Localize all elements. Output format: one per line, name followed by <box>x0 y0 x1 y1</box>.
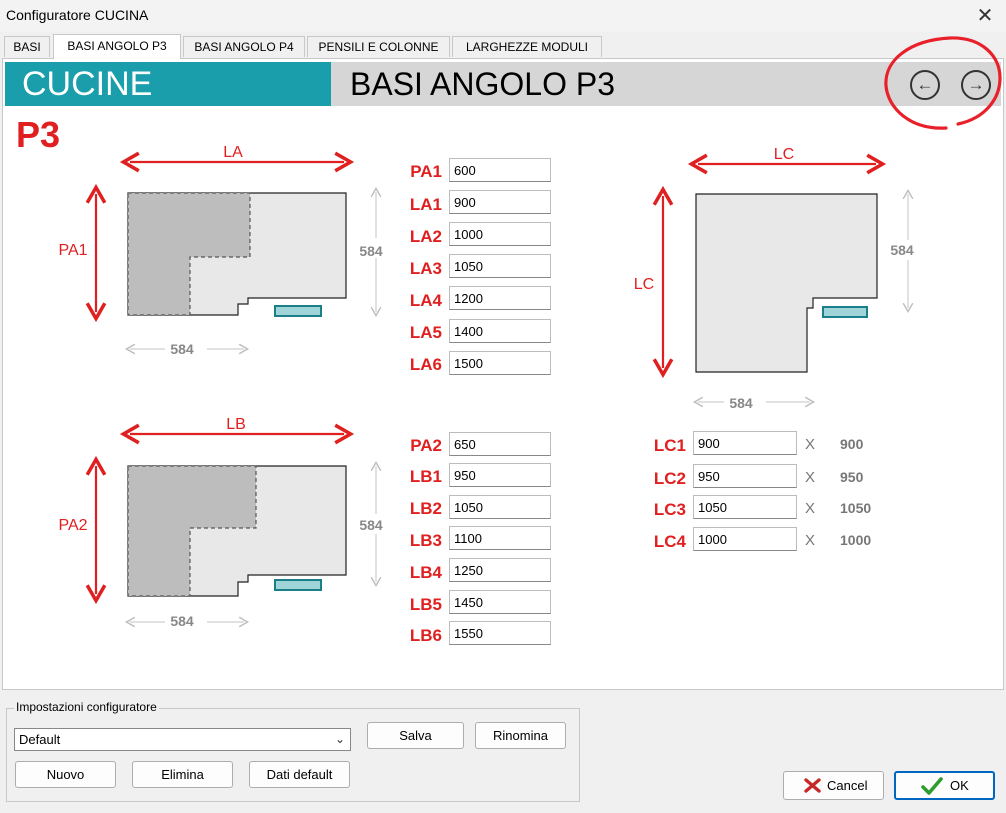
ok-button[interactable]: OK <box>894 771 995 800</box>
label-lb4: LB4 <box>409 563 442 582</box>
dim-label-pa2: PA2 <box>58 517 87 534</box>
input-lc2[interactable] <box>693 464 797 488</box>
dim-label-lc-side: LC <box>634 276 654 293</box>
input-lc1[interactable] <box>693 431 797 455</box>
label-la5: LA5 <box>409 323 442 342</box>
input-pa1[interactable] <box>449 158 551 182</box>
close-icon[interactable]: ✕ <box>970 2 1000 30</box>
diagram-corner-b: LB PA2 584 584 <box>58 416 394 632</box>
default-data-button[interactable]: Dati default <box>249 761 350 788</box>
settings-group-title: Impostazioni configuratore <box>14 700 159 714</box>
label-la6: LA6 <box>409 355 442 374</box>
cancel-label: Cancel <box>827 778 868 793</box>
title-bar <box>0 0 1006 32</box>
input-lb5[interactable] <box>449 590 551 614</box>
label-la3: LA3 <box>409 259 442 278</box>
input-la3[interactable] <box>449 254 551 278</box>
label-la4: LA4 <box>409 291 442 310</box>
diagram-corner-c: LC LC 584 584 <box>634 146 926 412</box>
input-la6[interactable] <box>449 351 551 375</box>
dim-right-584: 584 <box>359 517 383 533</box>
rename-button[interactable]: Rinomina <box>475 722 566 749</box>
tab-basi-angolo-p4[interactable]: BASI ANGOLO P4 <box>183 36 305 57</box>
times-icon: X <box>805 532 816 549</box>
dim-right-584: 584 <box>890 242 914 258</box>
dim-label-la: LA <box>223 144 243 161</box>
annotation-circle <box>884 36 1002 130</box>
label-lb3: LB3 <box>409 531 442 550</box>
window-title: Configuratore CUCINA <box>6 7 149 23</box>
check-icon <box>921 777 943 799</box>
label-la2: LA2 <box>409 227 442 246</box>
label-lc4: LC4 <box>653 532 686 551</box>
times-icon: X <box>805 436 816 453</box>
input-la2[interactable] <box>449 222 551 246</box>
label-la1: LA1 <box>409 195 442 214</box>
delete-button[interactable]: Elimina <box>132 761 233 788</box>
input-la1[interactable] <box>449 190 551 214</box>
input-la4[interactable] <box>449 286 551 310</box>
input-lb6[interactable] <box>449 621 551 645</box>
diagram-corner-a: LA PA1 584 584 <box>58 144 394 359</box>
input-lb4[interactable] <box>449 558 551 582</box>
times-icon: X <box>805 469 816 486</box>
dim-right-584: 584 <box>359 243 383 259</box>
result-lc4: 1000 <box>840 532 872 548</box>
label-lb1: LB1 <box>409 467 442 486</box>
label-lb6: LB6 <box>409 626 442 645</box>
dim-bottom-584: 584 <box>170 341 194 357</box>
ok-label: OK <box>950 778 969 793</box>
section-header: CUCINE <box>5 62 331 106</box>
result-lc1: 900 <box>840 436 864 452</box>
chevron-down-icon[interactable]: ⌄ <box>330 728 350 751</box>
new-button[interactable]: Nuovo <box>15 761 116 788</box>
dim-bottom-584: 584 <box>729 395 753 411</box>
result-lc3: 1050 <box>840 500 872 516</box>
tab-basi-angolo-p3[interactable]: BASI ANGOLO P3 <box>53 34 181 59</box>
label-lb2: LB2 <box>409 499 442 518</box>
input-lb1[interactable] <box>449 463 551 487</box>
tab-basi[interactable]: BASI <box>4 36 50 57</box>
label-lc1: LC1 <box>653 436 686 455</box>
input-lb2[interactable] <box>449 495 551 519</box>
cancel-button[interactable]: Cancel <box>783 771 884 800</box>
cross-icon <box>804 777 821 797</box>
dim-label-pa1: PA1 <box>58 242 87 259</box>
dim-bottom-584: 584 <box>170 613 194 629</box>
dim-label-lc-top: LC <box>774 146 794 163</box>
label-lb5: LB5 <box>409 595 442 614</box>
input-lb3[interactable] <box>449 526 551 550</box>
label-pa1: PA1 <box>410 162 442 181</box>
input-pa2[interactable] <box>449 432 551 456</box>
input-lc3[interactable] <box>693 495 797 519</box>
input-lc4[interactable] <box>693 527 797 551</box>
tab-larghezze-moduli[interactable]: LARGHEZZE MODULI <box>452 36 602 57</box>
times-icon: X <box>805 500 816 517</box>
tab-pensili-e-colonne[interactable]: PENSILI E COLONNE <box>307 36 450 57</box>
label-pa2: PA2 <box>410 436 442 455</box>
input-la5[interactable] <box>449 319 551 343</box>
result-lc2: 950 <box>840 469 864 485</box>
label-lc2: LC2 <box>653 469 686 488</box>
dim-label-lb: LB <box>226 416 246 433</box>
save-button[interactable]: Salva <box>367 722 464 749</box>
label-lc3: LC3 <box>653 500 686 519</box>
settings-select[interactable]: Default <box>14 728 351 751</box>
